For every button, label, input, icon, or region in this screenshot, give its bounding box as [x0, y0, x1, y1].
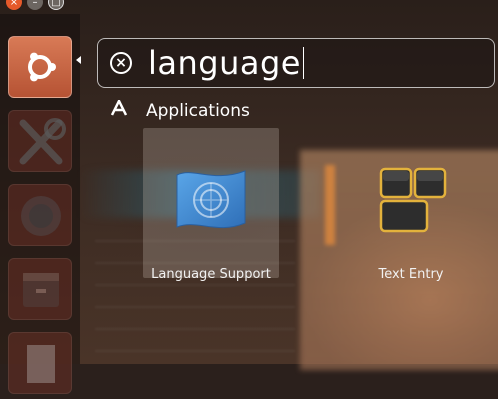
- background-accent: [325, 165, 335, 245]
- window-controls: × – □: [6, 0, 64, 10]
- launcher-item-app-4[interactable]: [8, 258, 72, 320]
- keyboard-keys-icon: [379, 167, 447, 233]
- launcher: [0, 14, 80, 394]
- minimize-icon: –: [32, 0, 38, 8]
- launcher-item-app-3[interactable]: [8, 184, 72, 246]
- close-window-button[interactable]: ×: [6, 0, 22, 10]
- text-caret: [302, 47, 304, 79]
- clear-circle-icon[interactable]: ×: [110, 52, 132, 74]
- ubuntu-logo-icon: [28, 52, 56, 82]
- document-icon: [27, 345, 55, 383]
- maximize-window-button[interactable]: □: [48, 0, 64, 10]
- firefox-icon: [21, 196, 61, 236]
- language-support-flag-icon: [176, 170, 246, 229]
- result-label: Text Entry: [378, 267, 444, 282]
- result-text-entry[interactable]: Text Entry: [343, 128, 479, 282]
- close-icon: ×: [9, 0, 19, 8]
- minimize-window-button[interactable]: –: [27, 0, 43, 10]
- launcher-item-app-2[interactable]: [8, 110, 72, 172]
- search-input[interactable]: language: [148, 44, 301, 82]
- applications-icon: [110, 98, 128, 121]
- category-header[interactable]: Applications: [110, 98, 250, 121]
- launcher-active-arrow: [76, 56, 81, 64]
- launcher-item-dash-home[interactable]: [8, 36, 72, 98]
- dash-search-bar[interactable]: × language: [97, 38, 495, 88]
- launcher-item-app-5[interactable]: [8, 332, 72, 394]
- file-manager-icon: [23, 273, 59, 307]
- result-language-support[interactable]: Language Support: [143, 128, 279, 282]
- category-label: Applications: [146, 100, 250, 121]
- tools-icon: [19, 118, 66, 165]
- result-label: Language Support: [151, 267, 271, 282]
- maximize-icon: □: [51, 0, 61, 8]
